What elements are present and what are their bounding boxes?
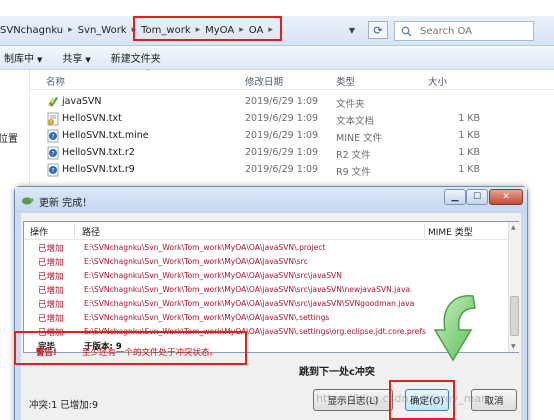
log-path: E:\SVNchagnku\Svn_Work\Tom_work\MyOA\OA\… xyxy=(84,271,342,280)
path-highlight-box xyxy=(133,16,282,41)
log-action: 已增加 xyxy=(38,272,64,282)
file-date: 2019/6/29 1:09 xyxy=(245,96,319,107)
update-arrow-icon xyxy=(433,295,476,362)
dropdown-arrow-icon: ▼ xyxy=(37,56,43,64)
organize-label: 制库中 xyxy=(4,54,34,65)
maximize-icon[interactable]: ☐ xyxy=(466,189,488,205)
svg-text:?: ? xyxy=(51,168,54,175)
breadcrumb-segment[interactable]: Svn_Work xyxy=(78,25,127,36)
log-path: E:\SVNchagnku\Svn_Work\Tom_work\MyOA\OA\… xyxy=(84,313,330,322)
close-icon[interactable]: ✕ xyxy=(489,189,523,205)
svg-text:!: ! xyxy=(50,120,52,126)
share-menu[interactable]: 共享 ▼ xyxy=(52,50,100,65)
share-label: 共享 xyxy=(62,54,83,65)
file-name: javaSVN xyxy=(62,96,102,107)
file-size: 1 KB xyxy=(458,164,480,175)
conflict-file-icon: ! xyxy=(47,112,59,126)
column-separator[interactable] xyxy=(74,224,75,238)
file-date: 2019/6/29 1:09 xyxy=(245,147,319,158)
column-path[interactable]: 路径 xyxy=(82,225,100,238)
file-type: R9 文件 xyxy=(336,167,371,178)
file-size: 1 KB xyxy=(458,113,480,124)
file-name: HelloSVN.txt.r9 xyxy=(62,164,135,175)
unknown-file-icon: ? xyxy=(47,146,59,160)
tortoise-icon xyxy=(22,197,34,205)
log-path: E:\SVNchagnku\Svn_Work\Tom_work\MyOA\OA\… xyxy=(84,285,411,294)
log-action: 已增加 xyxy=(38,286,64,296)
log-row[interactable]: 已增加 E:\SVNchagnku\Svn_Work\Tom_work\MyOA\… xyxy=(24,255,508,269)
log-row[interactable]: 已增加 E:\SVNchagnku\Svn_Work\Tom_work\MyOA\… xyxy=(24,269,508,283)
log-action: 已增加 xyxy=(38,244,64,254)
file-name: HelloSVN.txt xyxy=(62,113,122,124)
command-bar: 制库中 ▼ 共享 ▼ 新建文件夹 xyxy=(0,46,554,70)
file-type: MINE 文件 xyxy=(336,133,383,144)
log-path: E:\SVNchagnku\Svn_Work\Tom_work\MyOA\OA\… xyxy=(84,257,308,266)
navigation-pane: 位置 xyxy=(0,70,30,185)
file-date: 2019/6/29 1:09 xyxy=(245,113,319,124)
file-name: HelloSVN.txt.r2 xyxy=(62,147,135,158)
nav-item-location[interactable]: 位置 xyxy=(0,130,18,145)
file-type: 文件夹 xyxy=(336,99,365,110)
log-action: 已增加 xyxy=(38,300,64,310)
unknown-file-icon: ? xyxy=(47,163,59,177)
watermark-text: https://blog.csdn.net/grey_man xyxy=(316,392,489,405)
file-row[interactable]: javaSVN 2019/6/29 1:09 文件夹 xyxy=(30,94,554,110)
column-date[interactable]: 修改日期 xyxy=(245,74,283,88)
log-scrollbar[interactable]: ▲ ▼ xyxy=(508,222,519,352)
scroll-down-icon[interactable]: ▼ xyxy=(511,343,516,350)
refresh-icon[interactable]: ⟳ xyxy=(368,21,388,39)
file-row[interactable]: ? HelloSVN.txt.r9 2019/6/29 1:09 R9 文件 1… xyxy=(30,162,554,178)
search-icon xyxy=(401,26,412,37)
dialog-titlebar[interactable]: 更新 完成！ ▁ ☐ ✕ xyxy=(15,187,527,213)
file-row[interactable]: ? HelloSVN.txt.r2 2019/6/29 1:09 R2 文件 1… xyxy=(30,145,554,161)
file-list-header: ⌃ 名称 修改日期 类型 大小 xyxy=(30,68,554,90)
new-folder-button[interactable]: 新建文件夹 xyxy=(101,50,171,65)
file-date: 2019/6/29 1:09 xyxy=(245,164,319,175)
column-name[interactable]: 名称 xyxy=(46,74,65,88)
log-list-header: 操作 路径 MIME 类型 xyxy=(24,222,508,240)
search-field[interactable] xyxy=(394,21,534,41)
log-path: E:\SVNchagnku\Svn_Work\Tom_work\MyOA\OA\… xyxy=(84,299,415,308)
sort-caret-icon: ⌃ xyxy=(145,68,151,76)
breadcrumb-label[interactable]: Svn_Work xyxy=(78,25,127,36)
breadcrumb-segment[interactable]: SVNchagnku xyxy=(0,25,63,36)
file-type: R2 文件 xyxy=(336,150,371,161)
next-conflict-button[interactable]: 跳到下一处c冲突 xyxy=(299,363,375,378)
scroll-up-icon[interactable]: ▲ xyxy=(511,224,516,231)
organize-menu[interactable]: 制库中 ▼ xyxy=(0,50,52,65)
breadcrumb-separator-icon[interactable]: ▸ xyxy=(68,25,73,35)
screenshot-root: SVNchagnku ▸ Svn_Work ▸ Tom_work ▸ MyOA … xyxy=(0,0,554,420)
file-type: 文本文档 xyxy=(336,116,375,127)
column-type[interactable]: 类型 xyxy=(336,74,355,88)
search-input[interactable] xyxy=(420,25,520,37)
file-size: 1 KB xyxy=(458,130,480,141)
svn-folder-icon xyxy=(48,97,58,107)
file-date: 2019/6/29 1:09 xyxy=(245,130,319,141)
file-name: HelloSVN.txt.mine xyxy=(62,130,149,141)
scroll-thumb[interactable] xyxy=(510,296,519,336)
column-mime[interactable]: MIME 类型 xyxy=(428,225,473,238)
log-action: 已增加 xyxy=(38,314,64,324)
file-size: 1 KB xyxy=(458,147,480,158)
address-dropdown-icon[interactable]: ▼ xyxy=(343,21,361,39)
unknown-file-icon: ? xyxy=(47,129,59,143)
svg-text:?: ? xyxy=(51,134,54,141)
dropdown-arrow-icon: ▼ xyxy=(85,56,91,64)
file-row[interactable]: ! HelloSVN.txt 2019/6/29 1:09 文本文档 1 KB xyxy=(30,111,554,127)
dialog-title: 更新 完成！ xyxy=(39,198,93,209)
column-size[interactable]: 大小 xyxy=(428,74,447,88)
minimize-icon[interactable]: ▁ xyxy=(444,189,466,205)
column-separator[interactable] xyxy=(424,224,425,238)
status-highlight-box xyxy=(14,331,247,365)
breadcrumb-label[interactable]: SVNchagnku xyxy=(0,25,63,36)
column-action[interactable]: 操作 xyxy=(30,225,48,238)
status-summary: 冲突:1 已增加:9 xyxy=(29,400,99,411)
log-row[interactable]: 已增加 E:\SVNchagnku\Svn_Work\Tom_work\MyOA\… xyxy=(24,241,508,255)
log-path: E:\SVNchagnku\Svn_Work\Tom_work\MyOA\OA\… xyxy=(84,243,326,252)
svg-text:?: ? xyxy=(51,151,54,158)
log-action: 已增加 xyxy=(38,258,64,268)
file-row[interactable]: ? HelloSVN.txt.mine 2019/6/29 1:09 MINE … xyxy=(30,128,554,144)
